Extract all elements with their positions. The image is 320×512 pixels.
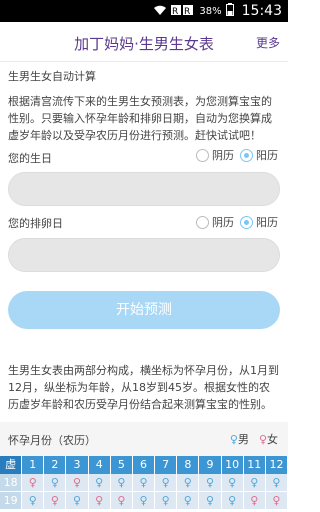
birthday-solar-radio[interactable]: 阳历 xyxy=(240,147,278,163)
month-header-cell: 7 xyxy=(155,456,178,474)
gender-legend: ♀男 ♀女 xyxy=(230,431,278,447)
table-row: 18 ♀ ♀ ♀ ♀ ♀ ♀ ♀ ♀ ♀ ♀ ♀ ♀ xyxy=(0,474,289,492)
male-icon: ♀ xyxy=(66,492,89,510)
clock: 15:43 xyxy=(241,3,282,19)
wifi-icon xyxy=(153,4,167,19)
male-icon: ♀ xyxy=(243,474,266,492)
month-header-cell: 10 xyxy=(221,456,244,474)
intro-text: 根据清宫流传下来的生男生女预测表，为您测算宝宝的性别。只要输入怀孕年龄和排卵日期… xyxy=(8,95,272,142)
month-header-cell: 4 xyxy=(88,456,111,474)
female-icon: ♀ xyxy=(265,492,289,510)
male-icon: ♀ xyxy=(229,433,238,446)
radio-unchecked-icon xyxy=(196,215,209,229)
male-icon: ♀ xyxy=(132,492,156,510)
birthday-lunar-radio[interactable]: 阴历 xyxy=(196,147,234,163)
more-link[interactable]: 更多 xyxy=(256,34,280,51)
month-header-cell: 9 xyxy=(199,456,222,474)
male-icon: ♀ xyxy=(22,492,45,510)
male-icon: ♀ xyxy=(155,474,178,492)
radio-checked-icon xyxy=(240,215,253,229)
table-header-bar: 怀孕月份（农历） ♀男 ♀女 xyxy=(0,422,288,456)
male-icon: ♀ xyxy=(199,474,222,492)
ovulation-lunar-radio[interactable]: 阴历 xyxy=(196,214,234,230)
status-bar: RR 38% 15:43 xyxy=(0,0,288,22)
ovulation-input[interactable] xyxy=(8,238,280,272)
female-icon: ♀ xyxy=(110,492,133,510)
battery-percent: 38% xyxy=(199,5,222,17)
ovulation-calendar-type: 阴历 阳历 xyxy=(196,214,278,230)
table-header-row: 虚岁 123456789101112 xyxy=(0,456,289,489)
ovulation-label: 您的排卵日 xyxy=(8,217,63,230)
radio-label: 阴历 xyxy=(212,149,234,162)
month-header-cell: 1 xyxy=(22,456,45,474)
month-header-cell: 8 xyxy=(177,456,200,474)
section-title: 生男生女自动计算 xyxy=(8,70,96,83)
gender-table: 虚岁 123456789101112 18♀♀♀♀♀♀♀♀♀♀♀♀19♀♀♀♀♀… xyxy=(0,456,289,510)
legend-female-label: 女 xyxy=(267,433,278,446)
age-cell: 18 xyxy=(0,474,23,492)
corner-cell: 虚岁 xyxy=(0,456,23,489)
male-icon: ♀ xyxy=(221,492,244,510)
legend-male: ♀男 xyxy=(230,431,249,447)
app-header: 加丁妈妈·生男生女表 更多 xyxy=(0,22,288,62)
battery-icon xyxy=(225,3,234,19)
radio-label: 阳历 xyxy=(256,216,278,229)
month-header-cell: 12 xyxy=(265,456,289,474)
month-header-cell: 3 xyxy=(66,456,89,474)
svg-text:R: R xyxy=(184,7,190,16)
male-icon: ♀ xyxy=(177,492,200,510)
male-icon: ♀ xyxy=(88,474,111,492)
legend-female: ♀女 xyxy=(259,431,278,447)
age-cell: 19 xyxy=(0,492,23,510)
month-header-cell: 11 xyxy=(243,456,266,474)
month-header-cell: 6 xyxy=(132,456,156,474)
signal-icon: RR xyxy=(171,4,195,19)
male-icon: ♀ xyxy=(265,474,289,492)
female-icon: ♀ xyxy=(88,492,111,510)
male-icon: ♀ xyxy=(177,474,200,492)
female-icon: ♀ xyxy=(243,492,266,510)
ovulation-solar-radio[interactable]: 阳历 xyxy=(240,214,278,230)
male-icon: ♀ xyxy=(221,474,244,492)
month-header-cell: 2 xyxy=(44,456,67,474)
month-header-cell: 5 xyxy=(110,456,133,474)
male-icon: ♀ xyxy=(155,492,178,510)
radio-unchecked-icon xyxy=(196,148,209,162)
birthday-input[interactable] xyxy=(8,172,280,206)
svg-text:R: R xyxy=(172,7,178,16)
radio-label: 阴历 xyxy=(212,216,234,229)
table-row: 19 ♀ ♀ ♀ ♀ ♀ ♀ ♀ ♀ ♀ ♀ ♀ ♀ xyxy=(0,492,289,510)
male-icon: ♀ xyxy=(44,474,67,492)
radio-checked-icon xyxy=(240,148,253,162)
male-icon: ♀ xyxy=(199,492,222,510)
birthday-label: 您的生日 xyxy=(8,152,52,165)
legend-male-label: 男 xyxy=(237,433,249,446)
female-icon: ♀ xyxy=(22,474,45,492)
table-title: 怀孕月份（农历） xyxy=(8,434,96,447)
radio-label: 阳历 xyxy=(256,149,278,162)
table-description: 生男生女表由两部分构成，横坐标为怀孕月份，从1月到12月，纵坐标为年龄，从18岁… xyxy=(8,364,279,411)
female-icon: ♀ xyxy=(44,492,67,510)
status-icons: RR 38% 15:43 xyxy=(153,2,282,20)
female-icon: ♀ xyxy=(66,474,89,492)
male-icon: ♀ xyxy=(132,474,156,492)
female-icon: ♀ xyxy=(258,433,267,446)
start-predict-button[interactable]: 开始预测 xyxy=(8,291,280,329)
male-icon: ♀ xyxy=(110,474,133,492)
page-title: 加丁妈妈·生男生女表 xyxy=(74,35,214,53)
birthday-calendar-type: 阴历 阳历 xyxy=(196,147,278,163)
